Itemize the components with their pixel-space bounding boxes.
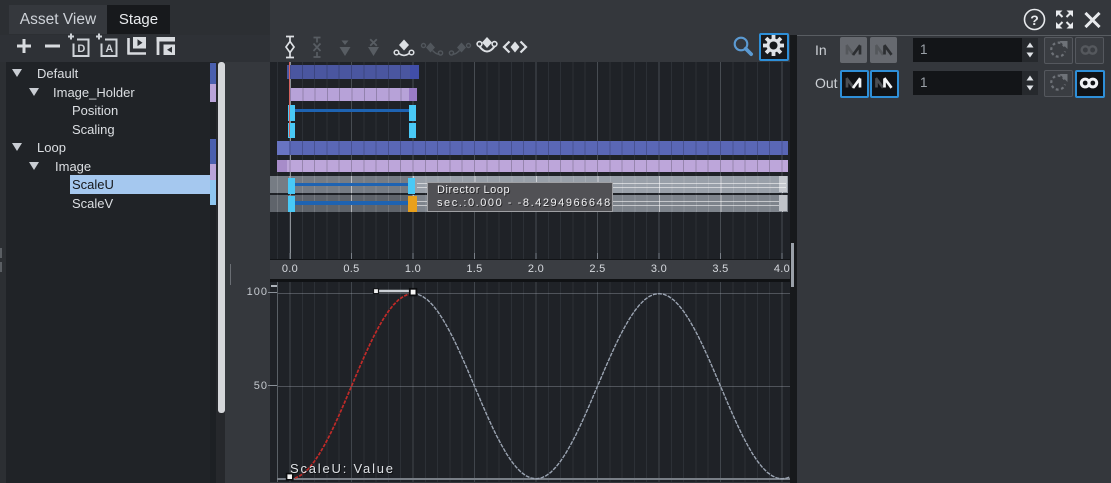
- svg-text:D: D: [77, 43, 85, 55]
- svg-text:?: ?: [1030, 12, 1039, 28]
- svg-text:A: A: [105, 43, 113, 55]
